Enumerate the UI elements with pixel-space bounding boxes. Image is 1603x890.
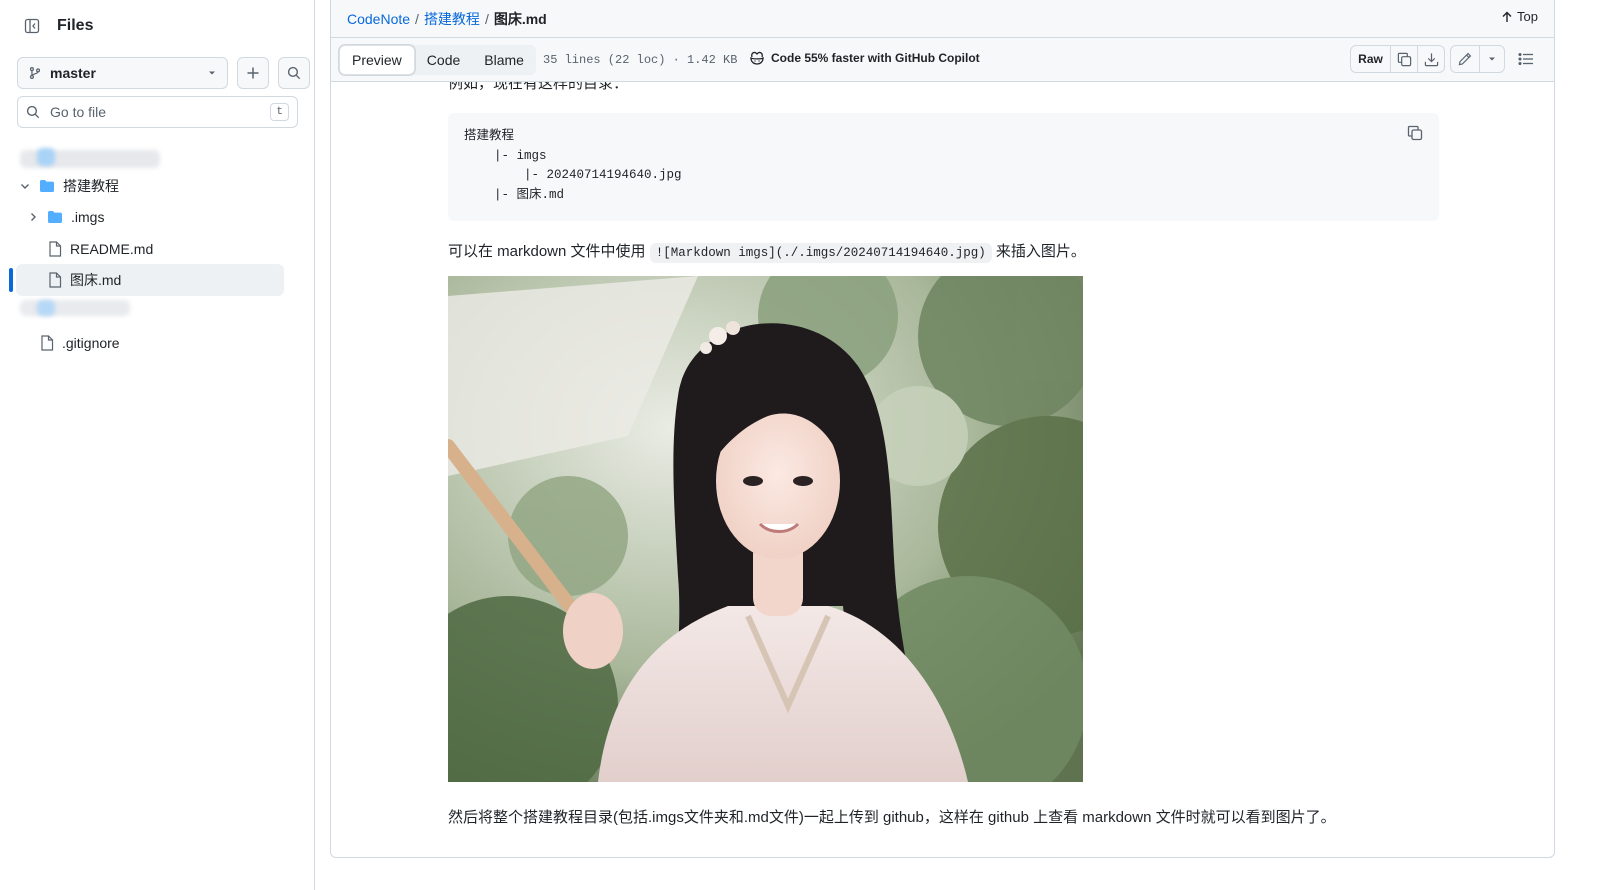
outline-button[interactable] bbox=[1518, 52, 1534, 66]
caret-down-icon bbox=[209, 71, 215, 75]
git-branch-icon bbox=[29, 67, 41, 79]
tab-preview[interactable]: Preview bbox=[339, 45, 415, 75]
file-icon bbox=[49, 240, 62, 257]
edit-actions-group bbox=[1450, 45, 1505, 73]
portrait-photo bbox=[448, 276, 1083, 782]
copy-icon bbox=[1397, 52, 1411, 66]
code-line: 搭建教程 bbox=[464, 129, 515, 143]
keyboard-shortcut-hint: t bbox=[270, 103, 289, 121]
markdown-image bbox=[448, 276, 1083, 782]
file-tree-sidebar: Files master t bbox=[0, 0, 315, 890]
edit-file-button[interactable] bbox=[1451, 46, 1479, 72]
code-line: |- imgs bbox=[464, 148, 547, 163]
paragraph-text: 来插入图片。 bbox=[991, 243, 1086, 260]
tree-item-label: 图床.md bbox=[70, 271, 122, 288]
go-to-file: t bbox=[17, 96, 298, 128]
copy-raw-button[interactable] bbox=[1390, 46, 1417, 72]
breadcrumb-separator: / bbox=[415, 10, 419, 27]
code-line: |- 20240714194640.jpg bbox=[464, 168, 682, 182]
markdown-paragraph-usage: 可以在 markdown 文件中使用 ![Markdown imgs](./.i… bbox=[448, 240, 1086, 263]
inline-code: ![Markdown imgs](./.imgs/20240714194640.… bbox=[649, 243, 992, 263]
file-line-count: 35 lines (22 loc) · 1.42 KB bbox=[543, 53, 738, 67]
download-icon bbox=[1424, 52, 1438, 66]
go-to-file-input[interactable] bbox=[48, 103, 271, 121]
add-file-button[interactable] bbox=[237, 57, 269, 89]
chevron-down-icon bbox=[21, 183, 29, 189]
code-line: |- 图床.md bbox=[464, 187, 565, 202]
file-icon bbox=[49, 271, 62, 288]
pencil-icon bbox=[1458, 52, 1472, 66]
top-label: Top bbox=[1517, 9, 1538, 24]
file-actions-group: Raw bbox=[1350, 45, 1445, 73]
copilot-icon bbox=[750, 51, 764, 65]
tree-file-current[interactable]: 图床.md bbox=[48, 264, 121, 295]
copy-icon bbox=[1407, 125, 1423, 141]
raw-button[interactable]: Raw bbox=[1351, 46, 1390, 72]
code-block-text: 搭建教程 |- imgs |- 20240714194640.jpg |- 图床… bbox=[464, 127, 682, 205]
tree-folder-tutorial[interactable]: 搭建教程 bbox=[19, 170, 119, 201]
markdown-paragraph-intro: 例如，现在有这样的目录： bbox=[448, 82, 629, 92]
tree-item-label: README.md bbox=[70, 240, 154, 257]
file-viewer: CodeNote / 搭建教程 / 图床.md Top Preview Code… bbox=[330, 0, 1555, 858]
copilot-promo-link[interactable]: Code 55% faster with GitHub Copilot bbox=[749, 51, 980, 65]
tree-item-label: .gitignore bbox=[62, 334, 120, 351]
branch-name: master bbox=[50, 65, 96, 81]
tab-code[interactable]: Code bbox=[415, 45, 472, 75]
breadcrumb-folder-link[interactable]: 搭建教程 bbox=[424, 9, 480, 29]
markdown-paragraph-upload: 然后将整个搭建教程目录(包括.imgs文件夹和.md文件)一起上传到 githu… bbox=[448, 809, 1336, 826]
tree-file-readme[interactable]: README.md bbox=[48, 233, 153, 264]
breadcrumb-current-file: 图床.md bbox=[493, 10, 547, 27]
code-block: 搭建教程 |- imgs |- 20240714194640.jpg |- 图床… bbox=[448, 113, 1439, 221]
sidebar-header: Files bbox=[17, 11, 93, 41]
paragraph-text: 可以在 markdown 文件中使用 bbox=[448, 243, 650, 260]
folder-icon bbox=[40, 179, 54, 192]
selected-row-indicator bbox=[9, 268, 13, 292]
file-toolbar: Preview Code Blame 35 lines (22 loc) · 1… bbox=[331, 38, 1554, 82]
tree-file-gitignore[interactable]: .gitignore bbox=[40, 327, 120, 358]
markdown-viewport: 例如，现在有这样的目录： 搭建教程 |- imgs |- 20240714194… bbox=[331, 82, 1554, 857]
folder-icon bbox=[48, 210, 62, 223]
collapse-sidebar-button[interactable] bbox=[17, 11, 47, 41]
sidebar-title: Files bbox=[57, 17, 94, 34]
edit-options-dropdown[interactable] bbox=[1479, 46, 1504, 72]
redacted-folder-icon bbox=[37, 300, 55, 316]
tree-item-label: .imgs bbox=[71, 208, 105, 225]
tree-folder-imgs[interactable]: .imgs bbox=[27, 201, 104, 232]
branch-selector[interactable]: master bbox=[17, 57, 228, 89]
chevron-right-icon bbox=[31, 212, 36, 221]
search-code-button[interactable] bbox=[278, 57, 310, 89]
breadcrumb: CodeNote / 搭建教程 / 图床.md Top bbox=[331, 0, 1554, 38]
download-button[interactable] bbox=[1417, 46, 1444, 72]
redacted-folder-icon bbox=[37, 148, 55, 166]
search-icon bbox=[26, 105, 40, 119]
view-mode-tabs: Preview Code Blame bbox=[339, 45, 536, 75]
tree-item-label: 搭建教程 bbox=[63, 177, 119, 194]
plus-icon bbox=[247, 67, 259, 79]
scroll-to-top-button[interactable]: Top bbox=[1501, 9, 1538, 24]
file-icon bbox=[41, 334, 54, 351]
tab-blame[interactable]: Blame bbox=[472, 45, 536, 75]
copilot-promo-text: Code 55% faster with GitHub Copilot bbox=[771, 51, 980, 65]
arrow-up-icon bbox=[1502, 11, 1512, 22]
list-unordered-icon bbox=[1518, 52, 1533, 66]
breadcrumb-repo-link[interactable]: CodeNote bbox=[347, 11, 410, 27]
sidebar-collapse-icon bbox=[24, 18, 40, 34]
search-icon bbox=[287, 66, 301, 80]
caret-down-icon bbox=[1489, 57, 1495, 61]
copy-code-button[interactable] bbox=[1407, 125, 1423, 141]
breadcrumb-separator: / bbox=[484, 10, 489, 27]
branch-row: master bbox=[17, 57, 310, 89]
